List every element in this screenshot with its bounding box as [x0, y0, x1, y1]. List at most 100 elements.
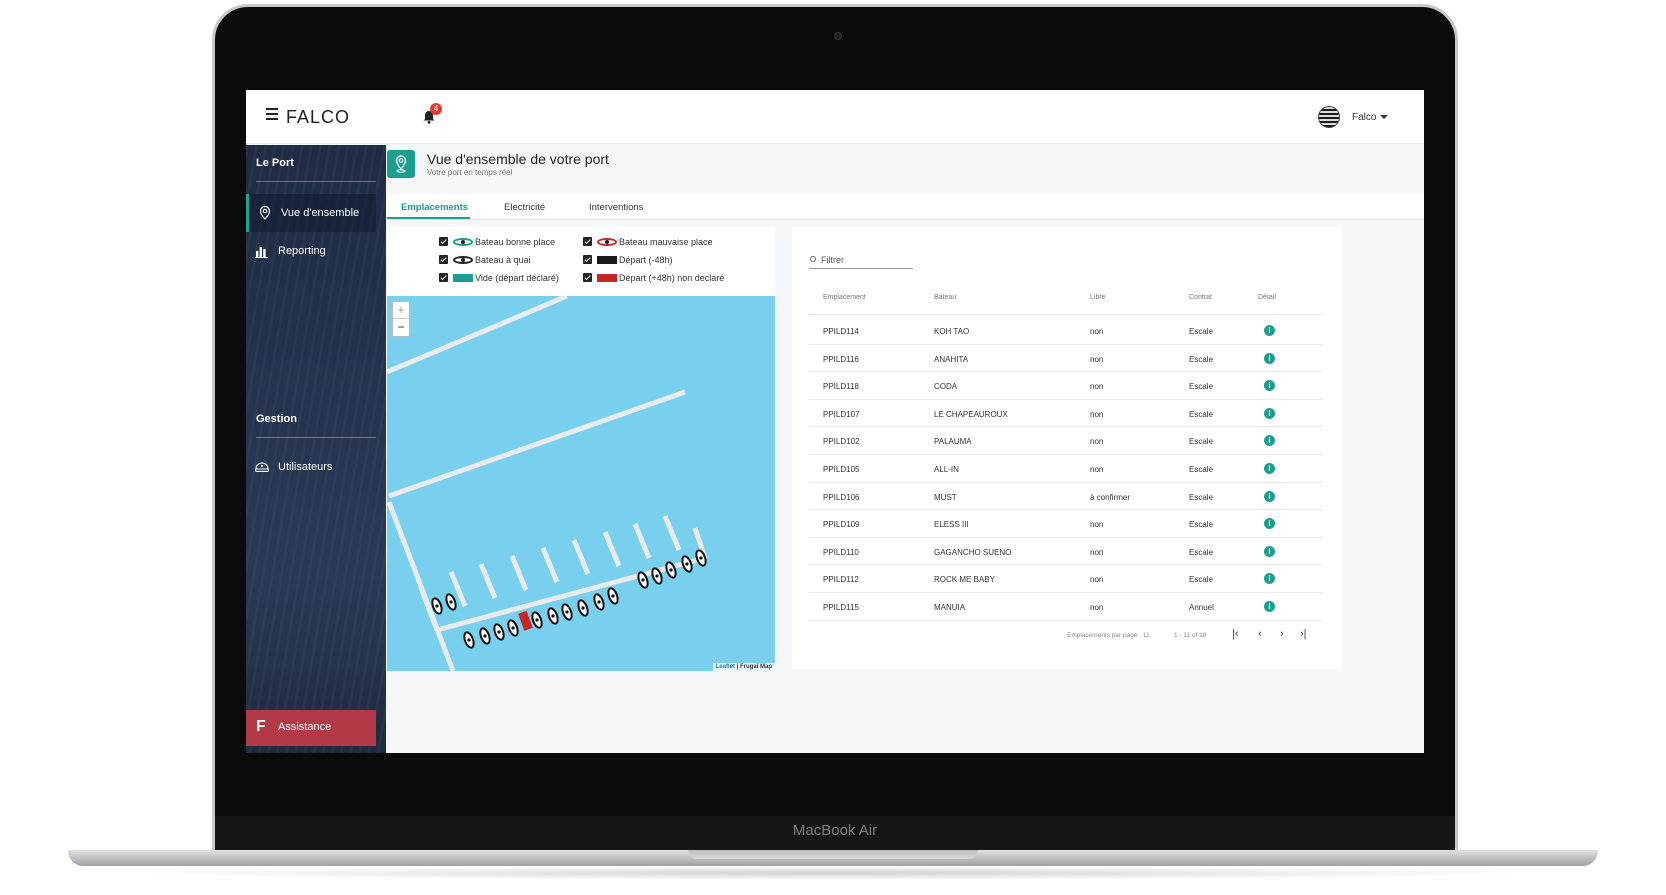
- assistance-button[interactable]: F Assistance: [246, 710, 376, 746]
- cell-emplacement: PPILD112: [823, 575, 859, 585]
- table-row[interactable]: PPILD106 MUST à confirmer Escale i: [809, 483, 1323, 511]
- boat-marker-dot: [655, 574, 659, 578]
- info-icon[interactable]: i: [1264, 435, 1275, 447]
- filter-input[interactable]: Filtrer: [809, 253, 913, 269]
- info-icon[interactable]: i: [1264, 518, 1275, 530]
- column-header[interactable]: Détail: [1258, 294, 1276, 301]
- table-row[interactable]: PPILD107 LE CHAPEAUROUX non Escale i: [809, 400, 1323, 428]
- page-range: 1 - 11 of 18: [1174, 632, 1207, 639]
- info-icon[interactable]: i: [1264, 490, 1275, 502]
- info-icon[interactable]: i: [1264, 545, 1275, 557]
- table-row[interactable]: PPILD109 ELESS III non Escale i: [809, 510, 1323, 538]
- table-row[interactable]: PPILD118 CODA non Escale i: [809, 372, 1323, 400]
- boat-docked-icon: [453, 256, 473, 264]
- info-icon[interactable]: i: [1264, 601, 1275, 612]
- boat-marker-dot: [483, 634, 487, 638]
- cell-bateau: MUST: [934, 492, 957, 502]
- cell-bateau: LE CHAPEAUROUX: [934, 409, 1008, 419]
- boat-marker-dot: [435, 604, 439, 608]
- first-page-button[interactable]: |‹: [1232, 628, 1239, 640]
- rows-per-page-label: Emplacements par page : 11: [1067, 632, 1150, 639]
- column-header[interactable]: Contrat: [1189, 294, 1212, 301]
- map-attribution: Leaflet | Frugal Map: [712, 663, 775, 671]
- table-row[interactable]: PPILD114 KOH TAO non Escale i: [809, 317, 1323, 345]
- cell-contrat: Escale: [1189, 547, 1214, 557]
- laptop-shadow: [120, 866, 1546, 880]
- tab-interventions[interactable]: Interventions: [589, 202, 643, 213]
- late-departure-berth[interactable]: [518, 610, 533, 631]
- info-icon[interactable]: i: [1264, 352, 1275, 364]
- next-page-button[interactable]: ›: [1280, 628, 1284, 640]
- info-icon[interactable]: i: [1264, 463, 1275, 474]
- prev-page-button[interactable]: ‹: [1258, 628, 1262, 640]
- table-row[interactable]: PPILD110 GAGANCHO SUENO non Escale i: [809, 538, 1323, 566]
- boat-marker-dot: [467, 638, 471, 642]
- cell-emplacement: PPILD115: [823, 603, 859, 612]
- sidebar-item-vue-ensemble[interactable]: Vue d'ensemble: [246, 194, 376, 232]
- sidebar-section-gestion: Gestion: [256, 413, 297, 425]
- info-icon[interactable]: i: [1264, 573, 1275, 585]
- cell-bateau: ROCK ME BABY: [934, 575, 995, 585]
- zoom-out-button[interactable]: −: [393, 319, 409, 336]
- app-logo: FALCO: [286, 107, 351, 127]
- cell-bateau: ALL-IN: [934, 465, 959, 474]
- boat-marker-dot: [449, 600, 453, 604]
- zoom-in-button[interactable]: +: [393, 302, 409, 319]
- info-icon[interactable]: i: [1264, 325, 1275, 336]
- device-brand: MacBook Air: [792, 822, 878, 839]
- legend-label: Bateau mauvaise place: [619, 237, 713, 247]
- cell-emplacement: PPILD105: [823, 465, 860, 474]
- boat-marker-dot: [669, 568, 673, 572]
- boat-marker-dot: [597, 600, 601, 604]
- legend-checkbox[interactable]: [439, 255, 448, 264]
- table-row[interactable]: PPILD112 ROCK ME BABY non Escale i: [809, 565, 1323, 593]
- cell-libre: non: [1090, 437, 1104, 447]
- cell-bateau: GAGANCHO SUENO: [934, 547, 1012, 557]
- legend-label: Bateau à quai: [475, 255, 531, 265]
- legend-checkbox[interactable]: [439, 237, 448, 246]
- legend-checkbox[interactable]: [439, 273, 448, 282]
- map-pin-icon: [395, 155, 407, 173]
- legend-checkbox[interactable]: [583, 255, 592, 264]
- table-row[interactable]: PPILD116 ANAHITA non Escale i: [809, 345, 1323, 373]
- cell-contrat: Escale: [1189, 409, 1214, 419]
- table-row[interactable]: PPILD115 MANUIA non Annuel i: [809, 593, 1323, 621]
- column-header[interactable]: Emplacement: [823, 294, 866, 301]
- sidebar-item-reporting[interactable]: Reporting: [246, 232, 376, 270]
- cell-bateau: MANUIA: [934, 603, 966, 612]
- column-header[interactable]: Bateau: [934, 294, 956, 301]
- empty-swatch-icon: [453, 274, 473, 282]
- cell-bateau: ANAHITA: [934, 354, 969, 364]
- user-name[interactable]: Falco: [1352, 112, 1376, 123]
- table-row[interactable]: PPILD105 ALL-IN non Escale i: [809, 455, 1323, 483]
- last-page-button[interactable]: ›|: [1300, 628, 1307, 640]
- webcam: [834, 32, 842, 40]
- sidebar-divider: [256, 181, 376, 182]
- cell-emplacement: PPILD106: [823, 492, 860, 502]
- cell-emplacement: PPILD118: [823, 382, 859, 392]
- sidebar-item-utilisateurs[interactable]: Utilisateurs: [246, 448, 376, 486]
- info-icon[interactable]: i: [1264, 380, 1275, 392]
- sidebar-divider: [256, 437, 376, 438]
- chevron-down-icon[interactable]: [1380, 115, 1388, 119]
- departure-swatch-icon: [597, 256, 617, 264]
- menu-icon[interactable]: [266, 108, 278, 120]
- boat-good-icon: [453, 238, 473, 246]
- tab-emplacements[interactable]: Emplacements: [401, 202, 468, 213]
- avatar[interactable]: [1318, 106, 1340, 128]
- tab-electricite[interactable]: Electricité: [504, 202, 545, 213]
- leaflet-link[interactable]: Leaflet: [716, 664, 735, 670]
- boat-marker-dot: [685, 562, 689, 566]
- table-row[interactable]: PPILD102 PALAUMA non Escale i: [809, 427, 1323, 455]
- info-icon[interactable]: i: [1264, 407, 1275, 419]
- legend-checkbox[interactable]: [583, 237, 592, 246]
- port-map[interactable]: + − Leaflet | Frugal Map: [387, 296, 775, 671]
- legend-label: Départ (-48h): [619, 255, 673, 265]
- boat-marker-dot: [581, 606, 585, 610]
- legend-checkbox[interactable]: [583, 273, 592, 282]
- cell-contrat: Escale: [1189, 492, 1214, 502]
- sidebar-item-label: Utilisateurs: [278, 461, 333, 473]
- legend-label: Vide (départ déclaré): [475, 273, 559, 283]
- boat-marker-dot: [699, 556, 703, 560]
- column-header[interactable]: Libre: [1090, 294, 1106, 301]
